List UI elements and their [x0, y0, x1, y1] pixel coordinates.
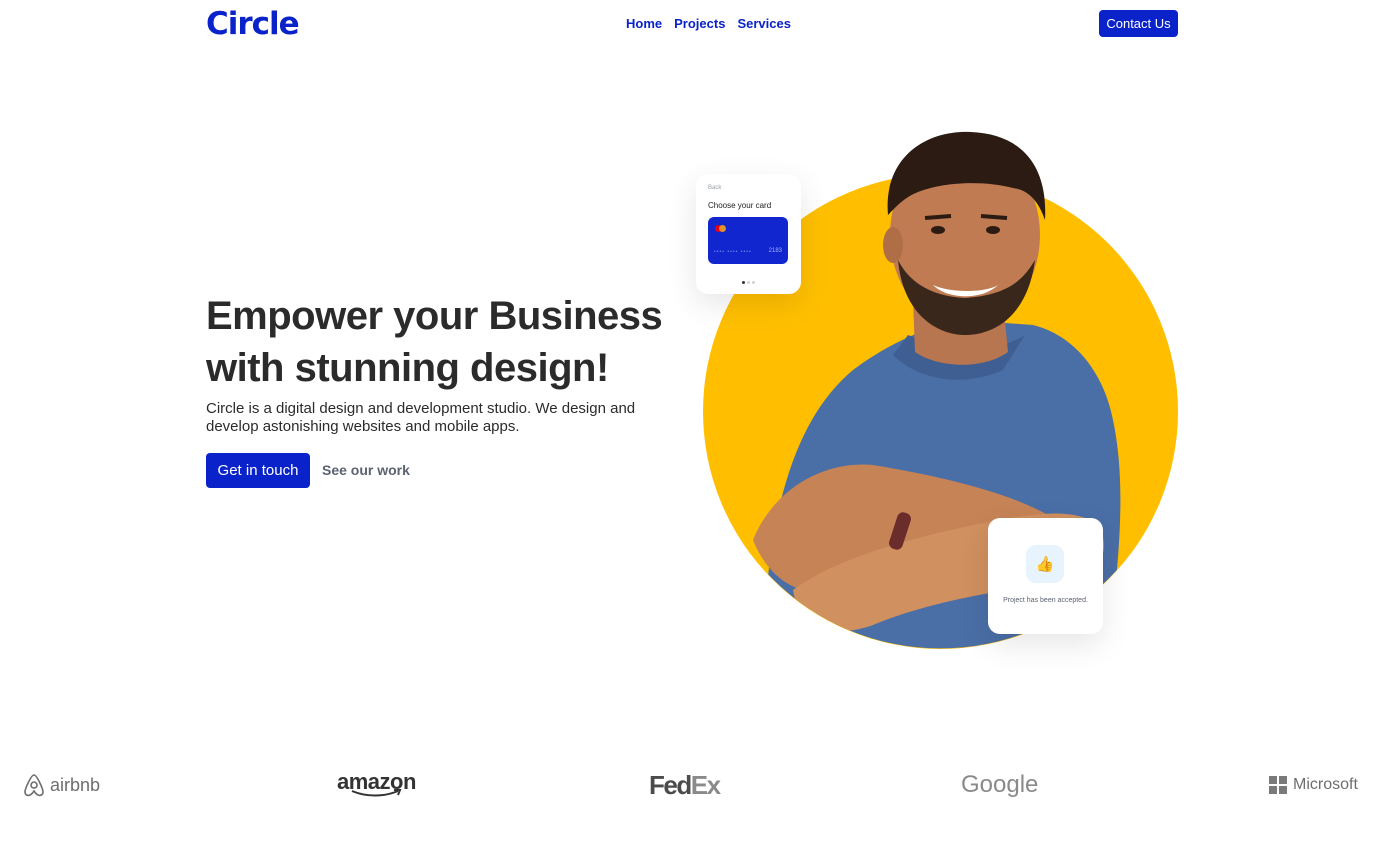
microsoft-wordmark: Microsoft: [1293, 776, 1358, 793]
hero-subtitle: Circle is a digital design and developme…: [206, 400, 636, 435]
thumbs-up-icon: 👍: [1026, 545, 1064, 583]
get-in-touch-button[interactable]: Get in touch: [206, 453, 310, 488]
nav-link-services[interactable]: Services: [737, 16, 791, 31]
fedex-wordmark-fed: Fed: [649, 769, 692, 800]
hero-title: Empower your Business with stunning desi…: [206, 294, 663, 390]
nav-link-home[interactable]: Home: [626, 16, 662, 31]
amazon-logo: amazon: [337, 765, 416, 805]
carousel-dots: [742, 281, 755, 284]
card-last-four: 2183: [768, 248, 782, 254]
microsoft-icon: [1269, 776, 1287, 794]
google-logo: Google: [961, 771, 1039, 798]
credit-card: •••• •••• •••• 2183: [708, 217, 788, 264]
nav-link-projects[interactable]: Projects: [674, 16, 725, 31]
main-nav: Home Projects Services: [626, 16, 791, 31]
project-accepted-widget: 👍 Project has been accepted.: [988, 518, 1103, 634]
mastercard-icon: [715, 225, 726, 232]
fedex-wordmark-ex: Ex: [690, 769, 721, 800]
contact-us-button[interactable]: Contact Us: [1099, 10, 1178, 37]
logo[interactable]: Circle: [206, 6, 300, 42]
airbnb-logo: airbnb: [23, 765, 100, 805]
choose-card-title: Choose your card: [708, 201, 772, 210]
airbnb-wordmark: airbnb: [50, 774, 101, 795]
fedex-logo: Fed Ex: [649, 765, 721, 805]
airbnb-icon: [24, 774, 44, 797]
microsoft-logo: Microsoft: [1269, 765, 1358, 805]
amazon-smile-icon: [352, 789, 402, 797]
back-link: Back: [708, 185, 722, 191]
choose-card-widget: Back Choose your card •••• •••• •••• 218…: [696, 174, 801, 294]
card-number-dots: •••• •••• ••••: [714, 249, 752, 255]
see-our-work-link[interactable]: See our work: [322, 462, 410, 478]
project-accepted-message: Project has been accepted.: [1003, 597, 1088, 604]
client-logos: airbnb amazon Fed Ex Google Microsoft: [0, 765, 1382, 805]
